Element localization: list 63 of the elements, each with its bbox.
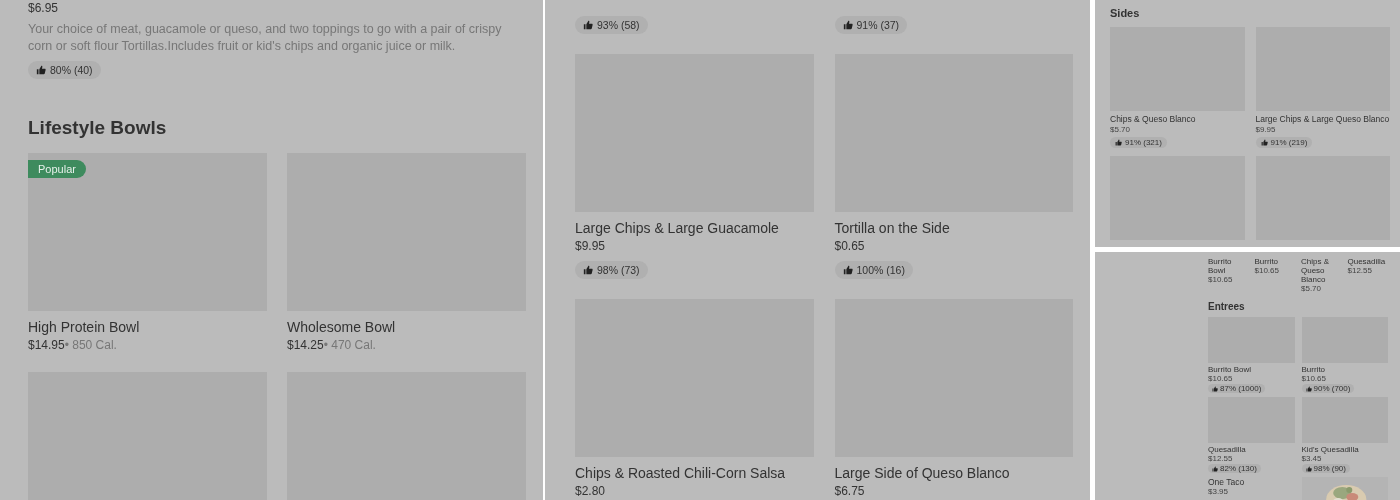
item-price: $10.65 <box>1208 275 1233 284</box>
item-name[interactable]: One Taco <box>1208 477 1245 487</box>
item-description: Your choice of meat, guacamole or queso, and two toppings to go with a pair of crispy corn or soft flour Tortillas.Includes fruit or kid's chips and organic juice or milk. <box>28 21 503 55</box>
rating-chip: 87% (1000) <box>1208 384 1266 393</box>
item-price: $14.25• 470 Cal. <box>287 337 376 354</box>
rating-chip: 82% (130) <box>1208 464 1261 473</box>
section-heading: Sides <box>1110 7 1141 19</box>
item-price: $9.95 <box>575 238 606 255</box>
item-name[interactable]: Quesadilla <box>1347 257 1386 266</box>
thumbs-up-icon <box>583 265 593 275</box>
item-name[interactable]: Chips & Roasted Chili-Corn Salsa <box>575 463 786 483</box>
item-price: $2.80 <box>575 483 606 500</box>
rating-chip: 100% (16) <box>834 261 913 279</box>
item-price: $6.75 <box>834 483 865 500</box>
thumbs-up-icon <box>1212 385 1218 392</box>
thumbs-up-icon <box>1212 465 1218 472</box>
item-price: $0.65 <box>834 238 865 255</box>
rating-chip: 90% (700) <box>1301 384 1355 393</box>
item-name[interactable]: Chips & Queso Blanco <box>1110 114 1196 125</box>
thumbs-up-icon <box>1115 139 1122 146</box>
section-heading: Lifestyle Bowls <box>28 117 168 139</box>
item-price: $14.95• 850 Cal. <box>28 337 117 354</box>
rating-chip: 93% (58) <box>575 16 648 34</box>
item-price: $9.95 <box>1255 125 1276 135</box>
rating-chip: 98% (73) <box>575 261 648 279</box>
thumbs-up-icon <box>1305 385 1312 392</box>
item-name[interactable]: Burrito Bowl <box>1208 257 1249 275</box>
item-name[interactable]: Large Side of Queso Blanco <box>834 463 1010 483</box>
item-price: $10.65 <box>1208 374 1233 383</box>
item-price: $10.65 <box>1254 266 1279 275</box>
item-price: $6.95 <box>28 0 59 17</box>
thumbs-up-icon <box>1305 465 1312 472</box>
item-name[interactable]: Burrito Bowl <box>1208 365 1252 374</box>
item-price: $3.95 <box>1208 487 1229 496</box>
thumbs-up-icon <box>583 20 593 30</box>
popular-badge: Popular <box>28 160 86 178</box>
item-price: $5.70 <box>1110 125 1131 135</box>
item-name[interactable]: Tortilla on the Side <box>834 218 950 238</box>
rating-chip: 80% (40) <box>28 61 101 79</box>
item-price: $12.55 <box>1347 266 1372 275</box>
item-price: $3.45 <box>1301 454 1322 463</box>
item-name[interactable]: Burrito <box>1254 257 1279 266</box>
item-name[interactable]: Burrito <box>1301 365 1326 374</box>
item-price: $12.55 <box>1208 454 1233 463</box>
rating-chip: 91% (37) <box>834 16 908 34</box>
item-name[interactable]: Large Chips & Large Queso Blanco <box>1255 114 1390 125</box>
section-heading: Entrees <box>1208 301 1246 312</box>
image-placeholder[interactable]: Popular <box>28 153 267 311</box>
thumbs-up-icon <box>842 265 853 275</box>
item-name[interactable]: High Protein Bowl <box>28 317 140 337</box>
item-name[interactable]: Quesadilla <box>1208 445 1246 454</box>
item-name[interactable]: Kid's Quesadilla <box>1301 445 1359 454</box>
thumbs-up-icon <box>842 20 853 30</box>
item-name[interactable]: Wholesome Bowl <box>287 317 396 337</box>
thumbs-up-icon <box>1260 139 1268 146</box>
item-name[interactable]: Chips & Queso Blanco <box>1301 257 1342 284</box>
rating-chip: 98% (90) <box>1301 464 1350 473</box>
rating-chip: 91% (219) <box>1255 137 1313 148</box>
item-name[interactable]: Large Chips & Large Guacamole <box>575 218 779 238</box>
item-price: $5.70 <box>1301 284 1322 293</box>
rating-chip: 91% (321) <box>1110 137 1167 148</box>
thumbs-up-icon <box>36 65 46 75</box>
item-price: $10.65 <box>1301 374 1326 383</box>
